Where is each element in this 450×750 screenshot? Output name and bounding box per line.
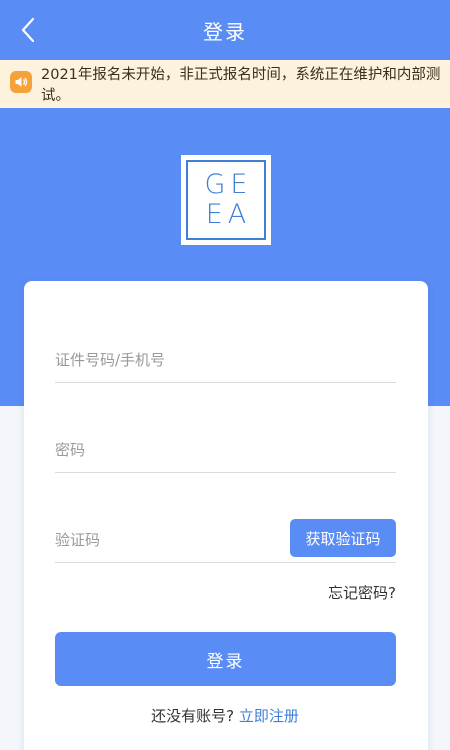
no-account-text: 还没有账号? (151, 707, 235, 725)
verification-code-input[interactable] (55, 517, 275, 562)
forgot-password-link[interactable]: 忘记密码? (328, 582, 396, 603)
id-field (55, 337, 396, 383)
chevron-left-icon (21, 17, 35, 43)
id-input[interactable] (55, 337, 396, 382)
register-link[interactable]: 立即注册 (239, 707, 299, 725)
back-button[interactable] (10, 12, 46, 48)
password-input[interactable] (55, 427, 396, 472)
app-header: 登录 (0, 0, 450, 60)
logo-frame: GE EA (186, 160, 266, 240)
password-field (55, 427, 396, 473)
notice-bar: 2021年报名未开始，非正式报名时间，系统正在维护和内部测试。 (0, 60, 450, 108)
notice-text: 2021年报名未开始，非正式报名时间，系统正在维护和内部测试。 (41, 67, 441, 104)
login-button[interactable]: 登录 (55, 632, 396, 686)
logo-line-bottom: EA (205, 199, 252, 230)
app-logo: GE EA (181, 155, 271, 245)
logo-line-top: GE (204, 169, 253, 200)
get-code-button[interactable]: 获取验证码 (290, 519, 396, 557)
register-row: 还没有账号? 立即注册 (0, 705, 450, 726)
page-title: 登录 (203, 19, 247, 44)
speaker-icon (10, 71, 32, 93)
